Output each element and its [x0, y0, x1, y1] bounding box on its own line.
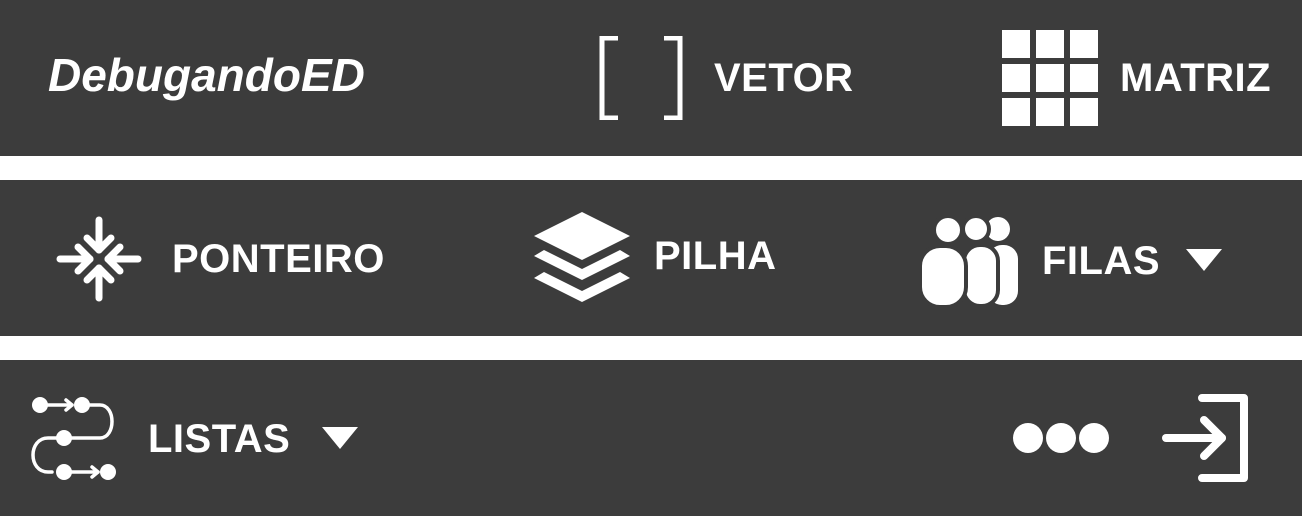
nav-label-filas: FILAS — [1042, 238, 1161, 283]
nav-item-listas[interactable]: LISTAS — [28, 394, 359, 484]
chevron-down-icon — [1186, 249, 1223, 273]
pointer-arrows-icon — [54, 214, 144, 304]
nav-item-matriz[interactable]: MATRIZ — [1002, 30, 1271, 126]
queue-people-icon — [920, 214, 1018, 308]
nav-label-vetor: VETOR — [714, 55, 854, 100]
nav-label-ponteiro: PONTEIRO — [172, 236, 385, 281]
stack-layers-icon — [532, 208, 632, 304]
grid-icon — [1002, 30, 1098, 126]
more-icon — [1012, 422, 1110, 454]
logout-button[interactable] — [1160, 394, 1252, 482]
nav-item-pilha[interactable]: PILHA — [532, 208, 777, 304]
navbar-row-1: DebugandoED VETOR MATRIZ — [0, 0, 1302, 156]
brackets-icon — [598, 36, 686, 120]
nav-label-listas: LISTAS — [148, 416, 291, 461]
logout-icon — [1160, 394, 1252, 482]
more-button[interactable] — [1012, 422, 1110, 454]
linked-list-icon — [28, 394, 124, 484]
nav-item-filas[interactable]: FILAS — [920, 214, 1223, 308]
chevron-down-icon — [322, 427, 359, 451]
nav-item-ponteiro[interactable]: PONTEIRO — [54, 214, 385, 304]
brand-title[interactable]: DebugandoED — [48, 48, 365, 102]
navbar-row-3: LISTAS — [0, 360, 1302, 516]
navbar-row-2: PONTEIRO PILHA FILAS — [0, 180, 1302, 336]
nav-label-pilha: PILHA — [654, 233, 777, 278]
nav-label-matriz: MATRIZ — [1120, 55, 1272, 100]
nav-item-vetor[interactable]: VETOR — [598, 36, 854, 120]
